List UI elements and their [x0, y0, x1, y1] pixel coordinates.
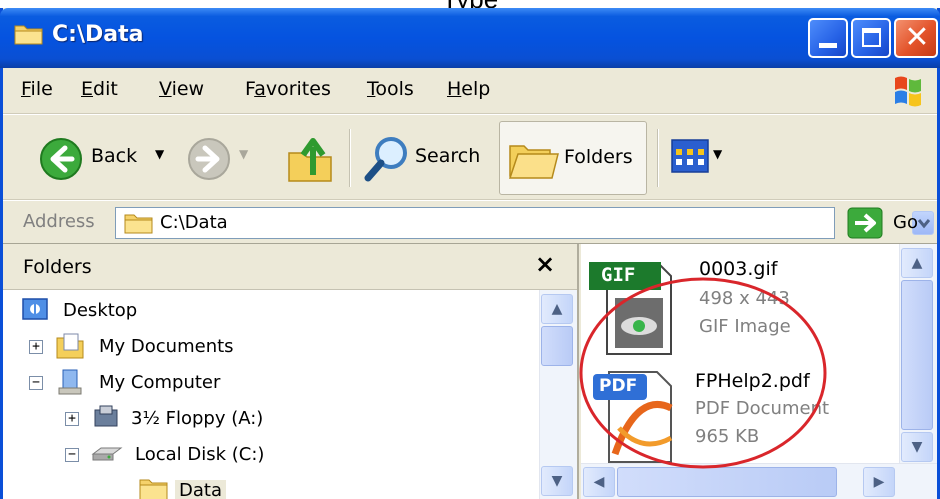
file-list-pane: GIF 0003.gif 498 x 443 GIF Image PDF FPH… — [581, 244, 937, 499]
menu-bar: File Edit View Favorites Tools Help — [3, 68, 937, 114]
address-input[interactable]: C:\Data — [115, 207, 934, 239]
scroll-down-button[interactable]: ▼ — [901, 432, 933, 462]
close-icon: ✕ — [904, 20, 930, 55]
scroll-left-button[interactable]: ◀ — [583, 467, 615, 497]
maximize-button[interactable] — [851, 18, 891, 58]
folders-pane: Folders × Desktop + My Documents − My Co… — [3, 244, 579, 499]
toolbar-separator — [349, 129, 351, 187]
search-label: Search — [415, 145, 481, 167]
expand-icon[interactable]: + — [29, 340, 43, 354]
windows-logo-icon — [895, 76, 921, 107]
scroll-up-button[interactable]: ▲ — [901, 248, 933, 278]
search-button[interactable]: Search — [361, 115, 489, 201]
scroll-down-button[interactable]: ▼ — [541, 466, 573, 496]
menu-favorites[interactable]: Favorites — [245, 78, 331, 100]
menu-view[interactable]: View — [159, 78, 204, 100]
scroll-thumb[interactable] — [541, 326, 573, 366]
up-folder-button[interactable] — [283, 115, 339, 201]
menu-tools[interactable]: Tools — [367, 78, 414, 100]
folders-icon — [508, 145, 559, 179]
folders-label: Folders — [564, 146, 633, 168]
folder-icon — [14, 25, 43, 45]
pdf-badge: PDF — [599, 376, 638, 396]
address-label: Address — [23, 211, 95, 232]
chevron-up-icon: ▲ — [911, 255, 923, 271]
search-icon — [364, 137, 407, 182]
scroll-up-button[interactable]: ▲ — [541, 294, 573, 324]
close-pane-icon[interactable]: × — [535, 250, 555, 278]
tree-item-floppy[interactable]: + 3½ Floppy (A:) — [65, 402, 365, 436]
folders-button[interactable]: Folders — [499, 121, 647, 195]
minimize-icon — [819, 43, 837, 48]
file-size: 965 KB — [695, 426, 760, 447]
back-button[interactable]: Back ▼ — [15, 115, 175, 201]
chevron-up-icon: ▲ — [551, 301, 563, 317]
hard-disk-icon — [91, 447, 123, 461]
forward-arrow-icon — [188, 138, 230, 180]
go-button[interactable]: Go — [841, 205, 931, 241]
chevron-down-icon: ▼ — [551, 473, 563, 489]
menu-help[interactable]: Help — [447, 78, 490, 100]
toolbar-separator — [657, 129, 659, 187]
standard-toolbar: Back ▼ ▼ Search Folders ▼ — [3, 114, 937, 200]
expand-icon[interactable]: + — [65, 412, 79, 426]
floppy-drive-icon — [94, 405, 118, 427]
window-title: C:\Data — [52, 22, 144, 47]
files-horizontal-scrollbar[interactable]: ◀ ▶ — [581, 463, 937, 499]
chevron-down-icon: ▼ — [911, 439, 923, 455]
gif-badge: GIF — [601, 264, 636, 286]
chevron-right-icon: ▶ — [873, 474, 885, 490]
views-dropdown-icon[interactable]: ▼ — [713, 147, 722, 161]
views-button[interactable]: ▼ — [669, 115, 731, 201]
tree-item-data[interactable]: Data — [139, 474, 339, 499]
back-dropdown-icon[interactable]: ▼ — [155, 147, 164, 161]
up-folder-icon — [288, 138, 332, 182]
files-vertical-scrollbar[interactable]: ▲ ▼ — [899, 244, 937, 463]
collapse-icon[interactable]: − — [29, 376, 43, 390]
go-label: Go — [893, 212, 918, 233]
forward-dropdown-icon[interactable]: ▼ — [239, 147, 248, 161]
back-arrow-icon — [40, 138, 82, 180]
tree-item-my-computer[interactable]: − My Computer — [29, 366, 329, 400]
scroll-thumb[interactable] — [901, 280, 933, 430]
menu-edit[interactable]: Edit — [81, 78, 118, 100]
file-name: 0003.gif — [699, 258, 778, 280]
address-bar: Address C:\Data Go — [3, 200, 937, 244]
folder-tree: Desktop + My Documents − My Computer + 3… — [3, 290, 537, 499]
desktop-icon — [22, 298, 48, 320]
tree-item-desktop[interactable]: Desktop — [21, 294, 321, 328]
views-icon — [671, 139, 709, 173]
scroll-right-button[interactable]: ▶ — [863, 467, 895, 497]
menu-file[interactable]: File — [21, 78, 53, 100]
forward-button[interactable]: ▼ — [181, 115, 257, 201]
explorer-window: C:\Data ✕ File Edit View Favorites Tools… — [0, 8, 940, 499]
close-button[interactable]: ✕ — [894, 18, 938, 58]
maximize-icon — [862, 28, 881, 47]
folder-icon — [124, 214, 153, 234]
go-arrow-icon — [847, 207, 883, 239]
folders-pane-header: Folders × — [3, 244, 577, 290]
collapse-icon[interactable]: − — [65, 448, 79, 462]
title-bar[interactable]: C:\Data ✕ — [0, 8, 940, 68]
scroll-thumb[interactable] — [617, 467, 837, 497]
file-name: FPHelp2.pdf — [695, 370, 810, 392]
chevron-left-icon: ◀ — [593, 474, 605, 490]
file-type: GIF Image — [699, 316, 791, 337]
file-dimensions: 498 x 443 — [699, 288, 790, 309]
back-label: Back — [91, 145, 138, 167]
tree-item-my-documents[interactable]: + My Documents — [29, 330, 329, 364]
folders-vertical-scrollbar[interactable]: ▲ ▼ — [539, 290, 577, 499]
file-type: PDF Document — [695, 398, 830, 419]
my-computer-icon — [58, 369, 82, 395]
file-item-gif[interactable]: GIF 0003.gif 498 x 443 GIF Image — [587, 256, 907, 366]
folders-pane-title: Folders — [23, 256, 92, 278]
file-item-pdf[interactable]: PDF FPHelp2.pdf PDF Document 965 KB — [591, 368, 911, 478]
folder-icon — [139, 479, 168, 499]
address-value: C:\Data — [160, 212, 228, 233]
tree-item-local-disk[interactable]: − Local Disk (C:) — [65, 438, 365, 472]
my-documents-icon — [56, 333, 84, 359]
minimize-button[interactable] — [808, 18, 848, 58]
